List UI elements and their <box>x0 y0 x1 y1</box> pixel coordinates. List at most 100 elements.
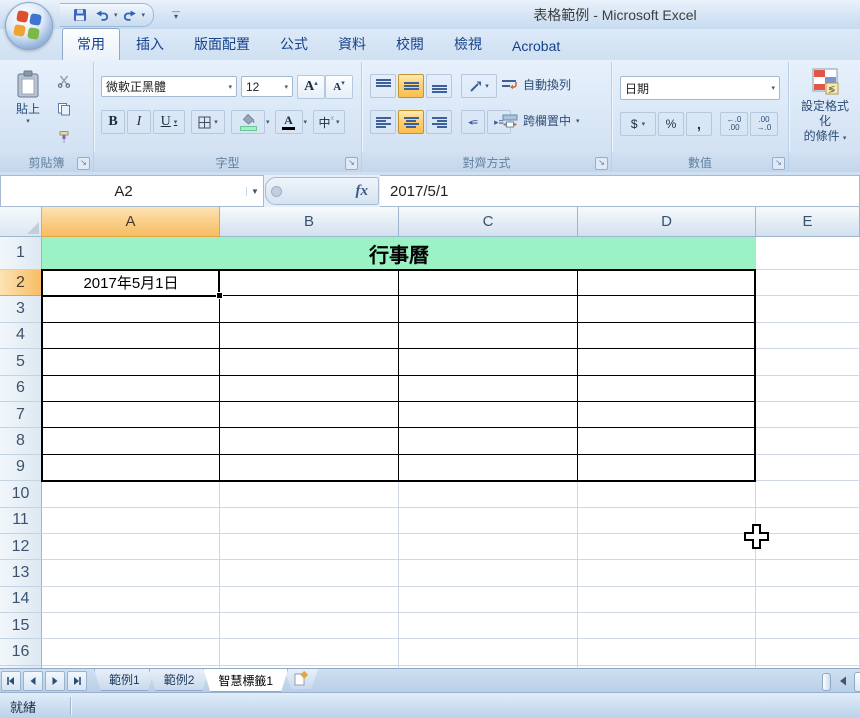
cell-D10[interactable] <box>578 481 756 507</box>
name-box[interactable]: A2 ▼ <box>0 175 264 207</box>
row-header-3[interactable]: 3 <box>0 296 42 322</box>
cell-E16[interactable] <box>756 639 860 665</box>
hscroll-thumb[interactable] <box>854 672 860 692</box>
cell-A6[interactable] <box>42 376 220 402</box>
font-size-combo[interactable]: 12▾ <box>241 76 293 97</box>
formula-input[interactable]: 2017/5/1 <box>380 175 860 207</box>
column-header-B[interactable]: B <box>220 207 399 237</box>
column-header-E[interactable]: E <box>756 207 860 237</box>
ribbon-tab-7[interactable]: Acrobat <box>498 33 574 60</box>
row-header-11[interactable]: 11 <box>0 508 42 534</box>
cell-A9[interactable] <box>42 455 220 481</box>
merge-center-button[interactable]: 跨欄置中 ▾ <box>502 112 580 129</box>
last-sheet-button[interactable] <box>67 671 87 691</box>
cell-B10[interactable] <box>220 481 399 507</box>
ribbon-tab-2[interactable]: 版面配置 <box>180 29 264 60</box>
font-dialog-launcher-icon[interactable]: ↘ <box>345 157 358 170</box>
cell-B12[interactable] <box>220 534 399 560</box>
cell-D5[interactable] <box>578 349 756 375</box>
column-header-D[interactable]: D <box>578 207 756 237</box>
decrease-indent-button[interactable]: ◂≡ <box>461 110 485 134</box>
cell-D16[interactable] <box>578 639 756 665</box>
conditional-formatting-button[interactable]: ≶ 設定格式化 的條件 ▾ <box>797 68 853 146</box>
cell-C12[interactable] <box>399 534 578 560</box>
cell-E10[interactable] <box>756 481 860 507</box>
cell-B8[interactable] <box>220 428 399 454</box>
cell-C2[interactable] <box>399 270 578 296</box>
sheet-tab-1[interactable]: 範例2 <box>149 669 210 691</box>
row-header-9[interactable]: 9 <box>0 455 42 481</box>
cell-E13[interactable] <box>756 560 860 586</box>
cell-C11[interactable] <box>399 508 578 534</box>
ribbon-tab-4[interactable]: 資料 <box>324 29 380 60</box>
customize-quick-access-icon[interactable]: —▾ <box>168 5 184 23</box>
cell-E11[interactable] <box>756 508 860 534</box>
cell-A15[interactable] <box>42 613 220 639</box>
paste-button[interactable]: 貼上 ▾ <box>6 70 50 125</box>
wrap-text-button[interactable]: 自動換列 <box>502 76 571 93</box>
ribbon-tab-6[interactable]: 檢視 <box>440 29 496 60</box>
cell-C13[interactable] <box>399 560 578 586</box>
cell-A11[interactable] <box>42 508 220 534</box>
bold-button[interactable]: B <box>101 110 125 134</box>
cell-D15[interactable] <box>578 613 756 639</box>
cell-A14[interactable] <box>42 587 220 613</box>
cell-E1[interactable] <box>756 237 860 270</box>
cell-D3[interactable] <box>578 296 756 322</box>
sheet-tab-2[interactable]: 智慧標籤1 <box>203 669 288 692</box>
cell-B9[interactable] <box>220 455 399 481</box>
redo-icon[interactable] <box>120 6 140 24</box>
increase-decimal-button[interactable]: ←.0 .00 <box>720 112 748 136</box>
cell-D8[interactable] <box>578 428 756 454</box>
align-top-button[interactable] <box>370 74 396 98</box>
cell-B4[interactable] <box>220 323 399 349</box>
column-header-C[interactable]: C <box>399 207 578 237</box>
cell-A5[interactable] <box>42 349 220 375</box>
tab-split-handle[interactable] <box>822 673 831 691</box>
cell-C16[interactable] <box>399 639 578 665</box>
cell-E7[interactable] <box>756 402 860 428</box>
cell-E5[interactable] <box>756 349 860 375</box>
percent-format-button[interactable]: % <box>658 112 684 136</box>
cell-C5[interactable] <box>399 349 578 375</box>
cell-C4[interactable] <box>399 323 578 349</box>
format-painter-button[interactable] <box>52 126 76 148</box>
ribbon-tab-1[interactable]: 插入 <box>122 29 178 60</box>
cell-B2[interactable] <box>220 270 399 296</box>
cell-A4[interactable] <box>42 323 220 349</box>
undo-icon[interactable] <box>92 6 112 24</box>
row-header-10[interactable]: 10 <box>0 481 42 507</box>
orientation-button[interactable]: ▾ <box>461 74 497 98</box>
row-header-7[interactable]: 7 <box>0 402 42 428</box>
row-header-5[interactable]: 5 <box>0 349 42 375</box>
row-header-16[interactable]: 16 <box>0 639 42 665</box>
fill-color-button[interactable] <box>231 110 265 134</box>
decrease-decimal-button[interactable]: .00 →.0 <box>750 112 778 136</box>
currency-format-button[interactable]: $▾ <box>620 112 656 136</box>
cell-A16[interactable] <box>42 639 220 665</box>
save-icon[interactable] <box>70 6 90 24</box>
select-all-corner[interactable] <box>0 207 42 237</box>
row-header-2[interactable]: 2 <box>0 270 42 296</box>
cell-A10[interactable] <box>42 481 220 507</box>
cell-A12[interactable] <box>42 534 220 560</box>
cell-E2[interactable] <box>756 270 860 296</box>
cell-D14[interactable] <box>578 587 756 613</box>
cell-E4[interactable] <box>756 323 860 349</box>
ribbon-tab-5[interactable]: 校閱 <box>382 29 438 60</box>
cell-B7[interactable] <box>220 402 399 428</box>
cell-D4[interactable] <box>578 323 756 349</box>
cell-D12[interactable] <box>578 534 756 560</box>
cell-E3[interactable] <box>756 296 860 322</box>
merge-center-dropdown-icon[interactable]: ▾ <box>576 117 580 125</box>
formula-bar-grip-icon[interactable] <box>271 186 282 197</box>
cell-A3[interactable] <box>42 296 220 322</box>
cell-B15[interactable] <box>220 613 399 639</box>
cell-E6[interactable] <box>756 376 860 402</box>
align-right-button[interactable] <box>426 110 452 134</box>
fill-color-dropdown-icon[interactable]: ▾ <box>266 118 270 126</box>
cell-C3[interactable] <box>399 296 578 322</box>
cell-D6[interactable] <box>578 376 756 402</box>
merged-title-cell[interactable]: 行事曆 <box>42 237 756 270</box>
italic-button[interactable]: I <box>127 110 151 134</box>
